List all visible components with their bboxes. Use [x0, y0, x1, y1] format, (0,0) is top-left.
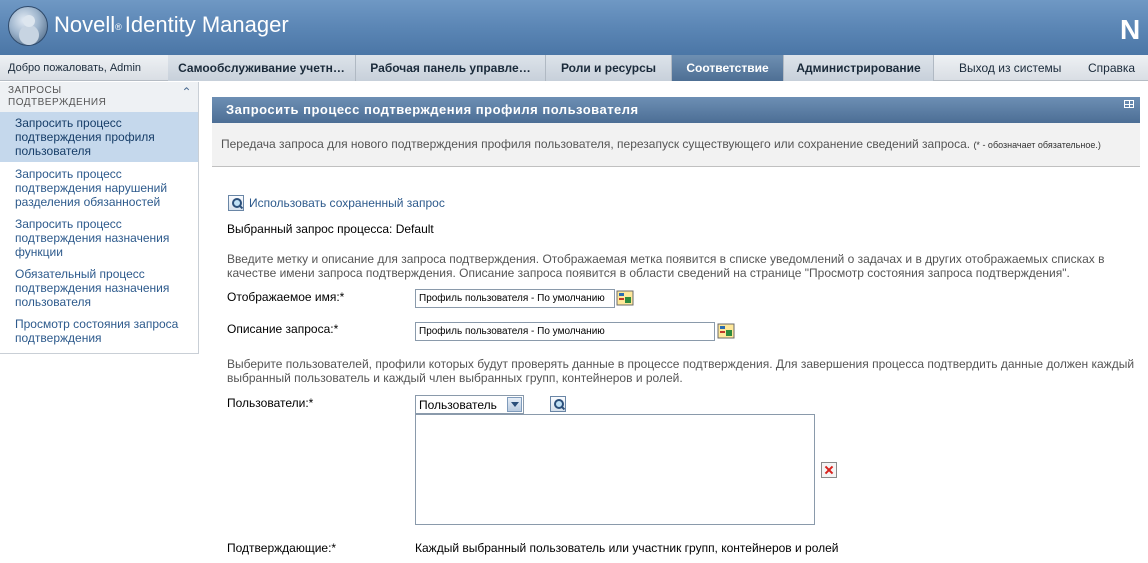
panel-description: Передача запроса для нового подтверждени… — [212, 123, 1140, 167]
corner-logo: N — [1120, 14, 1141, 45]
tab-roles-resources[interactable]: Роли и ресурсы — [546, 55, 672, 81]
sidebar: ЗАПРОСЫ ПОДТВЕРЖДЕНИЯ ⌃ Запросить процес… — [0, 82, 199, 354]
sidebar-item-role-assignment-attestation[interactable]: Запросить процесс подтверждения назначен… — [0, 214, 198, 262]
novell-logo-icon — [8, 6, 48, 46]
magnifier-icon[interactable] — [228, 195, 244, 211]
sidebar-header: ЗАПРОСЫ ПОДТВЕРЖДЕНИЯ ⌃ — [0, 82, 198, 112]
selected-request-label: Выбранный запрос процесса: Default — [227, 222, 434, 236]
user-search-icon[interactable] — [550, 396, 567, 412]
app-header: Novell® Identity Manager N — [0, 0, 1148, 55]
selected-users-list[interactable] — [415, 414, 815, 525]
request-description-input[interactable] — [415, 322, 715, 341]
main-nav: Добро пожаловать, Admin Самообслуживание… — [0, 55, 1148, 81]
panel-title: Запросить процесс подтверждения профиля … — [212, 97, 1140, 123]
welcome-text: Добро пожаловать, Admin — [8, 62, 142, 74]
sidebar-item-sod-attestation[interactable]: Запросить процесс подтверждения нарушени… — [0, 164, 198, 212]
remove-user-icon[interactable] — [821, 462, 837, 478]
language-icon[interactable] — [717, 322, 735, 340]
tab-self-service[interactable]: Самообслуживание учетн… — [168, 55, 356, 81]
chevron-down-icon — [507, 397, 522, 412]
sidebar-item-user-assignment-attestation[interactable]: Обязательный процесс подтверждения назна… — [0, 264, 198, 312]
tab-work-dashboard[interactable]: Рабочая панель управле… — [356, 55, 546, 81]
request-description-label: Описание запроса:* — [227, 322, 339, 336]
help-link[interactable]: Справка — [1088, 55, 1135, 81]
required-note: (* - обозначает обязательное.) — [973, 140, 1101, 150]
double-chevron-up-icon[interactable]: ⌃ — [181, 86, 192, 98]
users-hint-text: Выберите пользователей, профили которых … — [227, 357, 1135, 385]
display-name-input[interactable] — [415, 289, 615, 308]
sidebar-item-profile-attestation[interactable]: Запросить процесс подтверждения профиля … — [0, 112, 198, 162]
app-title: Novell® Identity Manager — [54, 12, 289, 37]
tab-compliance[interactable]: Соответствие — [672, 55, 784, 81]
attesters-value: Каждый выбранный пользователь или участн… — [415, 541, 839, 555]
grid-icon[interactable] — [1124, 100, 1134, 108]
tab-administration[interactable]: Администрирование — [784, 55, 934, 81]
product-name: Identity Manager — [124, 12, 289, 37]
brand-name: Novell — [54, 12, 116, 37]
attesters-label: Подтверждающие:* — [227, 541, 337, 555]
display-name-label: Отображаемое имя:* — [227, 290, 345, 304]
use-saved-request-link[interactable]: Использовать сохраненный запрос — [249, 196, 445, 210]
user-type-select[interactable]: Пользователь — [415, 395, 524, 414]
users-label: Пользователи:* — [227, 396, 314, 410]
logout-link[interactable]: Выход из системы — [959, 55, 1061, 81]
sidebar-item-request-status[interactable]: Просмотр состояния запроса подтверждения — [0, 314, 198, 348]
label-hint-text: Введите метку и описание для запроса под… — [227, 252, 1105, 280]
language-icon[interactable] — [616, 289, 634, 307]
